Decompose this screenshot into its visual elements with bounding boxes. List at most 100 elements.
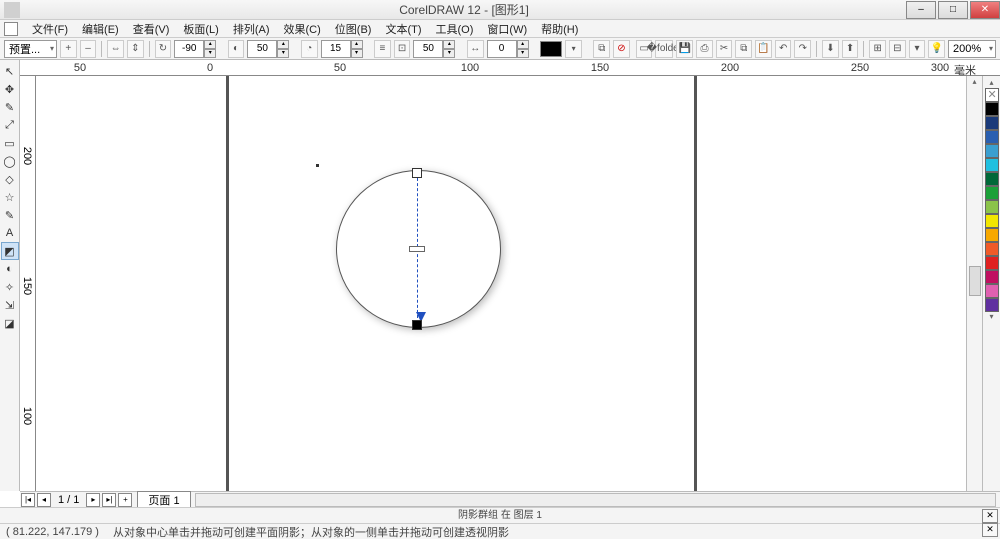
page-last-button[interactable]: ▸| xyxy=(102,493,116,507)
palette-down-button[interactable]: ▾ xyxy=(989,312,993,322)
scroll-thumb[interactable] xyxy=(969,266,981,296)
vertical-ruler[interactable]: 200 150 100 xyxy=(20,76,36,491)
pal-black[interactable] xyxy=(985,102,999,116)
horizontal-scrollbar[interactable] xyxy=(195,493,996,507)
shadow-opacity-slider[interactable] xyxy=(409,246,425,252)
shadow-offset-spin[interactable]: ▴▾ xyxy=(487,40,529,58)
remove-preset-button[interactable]: – xyxy=(80,40,97,58)
no-outline-indicator[interactable]: ✕ xyxy=(982,523,998,537)
std-open-button[interactable]: �folder xyxy=(655,40,673,58)
menu-edit[interactable]: 编辑(E) xyxy=(82,21,119,37)
shadow-end-handle[interactable] xyxy=(412,320,422,330)
page-navigator: |◂ ◂ 1 / 1 ▸ ▸| + 页面 1 xyxy=(20,491,1000,507)
std-print-button[interactable]: ⎙ xyxy=(696,40,713,58)
pal-skyblue[interactable] xyxy=(985,144,999,158)
shadow-start-handle[interactable] xyxy=(412,168,422,178)
pal-navy[interactable] xyxy=(985,116,999,130)
pal-lime[interactable] xyxy=(985,200,999,214)
menu-effects[interactable]: 效果(C) xyxy=(284,21,321,37)
maximize-button[interactable]: □ xyxy=(938,1,968,19)
menu-arrange[interactable]: 排列(A) xyxy=(233,21,270,37)
zoom-select[interactable]: 200% xyxy=(948,40,996,58)
menu-file[interactable]: 文件(F) xyxy=(32,21,68,37)
shadow-opacity-spin[interactable]: ▴▾ xyxy=(247,40,289,58)
pick-tool[interactable]: ↖ xyxy=(1,62,19,80)
color-dropdown-button[interactable]: ▾ xyxy=(565,40,582,58)
std-group-button[interactable]: ⊞ xyxy=(869,40,886,58)
crop-tool[interactable]: ✎ xyxy=(1,98,19,116)
std-undo-button[interactable]: ↶ xyxy=(775,40,792,58)
menu-layout[interactable]: 板面(L) xyxy=(183,21,218,37)
page-first-button[interactable]: |◂ xyxy=(21,493,35,507)
interactive-shadow-tool[interactable]: ◩ xyxy=(1,242,19,260)
page-add-button[interactable]: + xyxy=(118,493,132,507)
pal-purple[interactable] xyxy=(985,298,999,312)
feather-edge-button[interactable]: ⊡ xyxy=(394,40,411,58)
pal-crimson[interactable] xyxy=(985,270,999,284)
pal-yellow[interactable] xyxy=(985,214,999,228)
shadow-color-swatch[interactable] xyxy=(540,41,562,57)
menu-window[interactable]: 窗口(W) xyxy=(487,21,527,37)
vertical-scrollbar[interactable]: ▴ xyxy=(966,76,982,491)
minimize-button[interactable]: – xyxy=(906,1,936,19)
direction-v-icon[interactable]: ⇕ xyxy=(127,40,144,58)
text-tool[interactable]: A xyxy=(1,224,19,242)
page-prev-button[interactable]: ◂ xyxy=(37,493,51,507)
drawing-canvas[interactable] xyxy=(36,76,966,491)
menu-tools[interactable]: 工具(O) xyxy=(436,21,474,37)
pal-pink[interactable] xyxy=(985,284,999,298)
shadow-feather-spin[interactable]: ▴▾ xyxy=(321,40,363,58)
eyedropper-tool[interactable]: ◐ xyxy=(1,260,19,278)
no-fill-indicator[interactable]: ✕ xyxy=(982,509,998,523)
copy-shadow-button[interactable]: ⧉ xyxy=(593,40,610,58)
outline-tool[interactable]: ✧ xyxy=(1,278,19,296)
interactive-fill-tool[interactable]: ◪ xyxy=(1,314,19,332)
std-paste-button[interactable]: 📋 xyxy=(755,40,772,58)
horizontal-ruler[interactable]: 50 0 50 100 150 200 250 300 毫米 xyxy=(20,60,1000,76)
std-hint-button[interactable]: 💡 xyxy=(928,40,945,58)
polygon-tool[interactable]: ☆ xyxy=(1,188,19,206)
pal-orange[interactable] xyxy=(985,228,999,242)
shape-tool[interactable]: ✥ xyxy=(1,80,19,98)
palette-up-button[interactable]: ▴ xyxy=(989,78,993,88)
pal-none[interactable]: ✕ xyxy=(985,88,999,102)
std-ungroup-button[interactable]: ⊟ xyxy=(889,40,906,58)
pal-blue[interactable] xyxy=(985,130,999,144)
rectangle-tool[interactable]: ◯ xyxy=(1,152,19,170)
rotate-icon[interactable]: ↻ xyxy=(155,40,172,58)
ellipse-tool[interactable]: ◇ xyxy=(1,170,19,188)
std-lock-button[interactable]: ▾ xyxy=(909,40,926,58)
pal-cyan[interactable] xyxy=(985,158,999,172)
pal-orangered[interactable] xyxy=(985,242,999,256)
menu-help[interactable]: 帮助(H) xyxy=(541,21,578,37)
zoom-tool[interactable]: ⤢ xyxy=(1,116,19,134)
freehand-tool[interactable]: ▭ xyxy=(1,134,19,152)
feather-icon: ◔ xyxy=(301,40,318,58)
menu-text[interactable]: 文本(T) xyxy=(385,21,421,37)
add-preset-button[interactable]: + xyxy=(60,40,77,58)
direction-h-icon[interactable]: ⇔ xyxy=(107,40,124,58)
shadow-angle-spin[interactable]: ▴▾ xyxy=(174,40,216,58)
std-export-button[interactable]: ⬆ xyxy=(842,40,859,58)
std-copy-button[interactable]: ⧉ xyxy=(735,40,752,58)
pal-green[interactable] xyxy=(985,186,999,200)
feather-dir-button[interactable]: ≡ xyxy=(374,40,391,58)
std-redo-button[interactable]: ↷ xyxy=(794,40,811,58)
std-cut-button[interactable]: ✂ xyxy=(716,40,733,58)
shadow-preset-select[interactable]: 预置... xyxy=(4,40,57,58)
page-tab-1[interactable]: 页面 1 xyxy=(137,491,190,509)
close-button[interactable]: ✕ xyxy=(970,1,1000,19)
pal-darkgreen[interactable] xyxy=(985,172,999,186)
page-next-button[interactable]: ▸ xyxy=(86,493,100,507)
std-save-button[interactable]: 💾 xyxy=(676,40,693,58)
menu-bitmap[interactable]: 位图(B) xyxy=(335,21,372,37)
std-import-button[interactable]: ⬇ xyxy=(822,40,839,58)
fill-tool[interactable]: ⇲ xyxy=(1,296,19,314)
menu-view[interactable]: 查看(V) xyxy=(133,21,170,37)
shadow-fade-spin[interactable]: ▴▾ xyxy=(413,40,455,58)
clear-shadow-button[interactable]: ⊘ xyxy=(613,40,630,58)
basic-shapes-tool[interactable]: ✎ xyxy=(1,206,19,224)
pal-red[interactable] xyxy=(985,256,999,270)
property-bar: 预置... + – ⇔ ⇕ ↻ ▴▾ ◐ ▴▾ ◔ ▴▾ ≡ ⊡ ▴▾ ↔ ▴▾… xyxy=(0,38,1000,60)
scroll-up-button[interactable]: ▴ xyxy=(968,77,982,85)
